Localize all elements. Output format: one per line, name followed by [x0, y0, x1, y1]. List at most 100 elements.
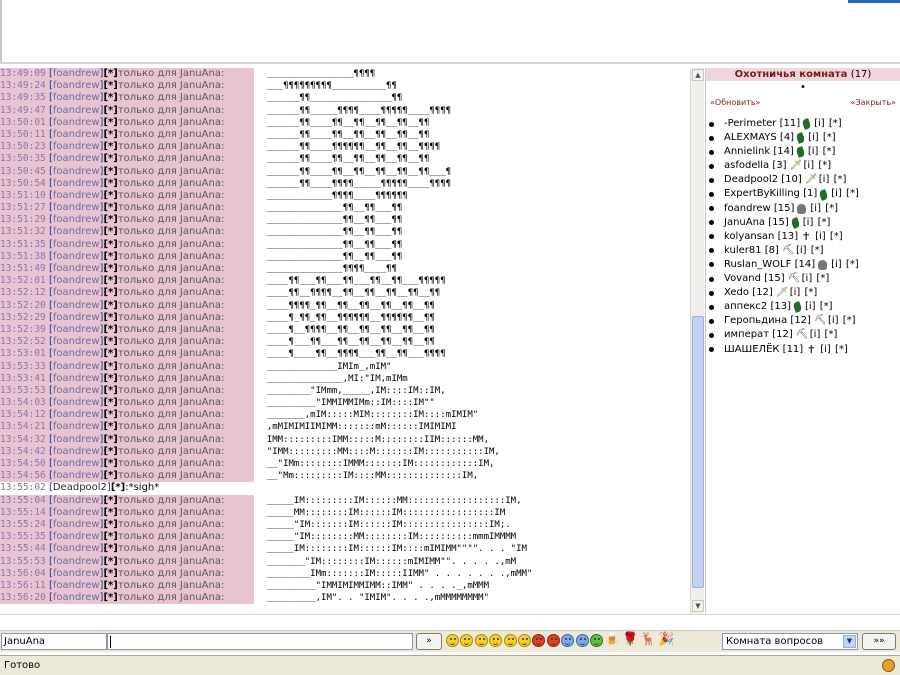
message-nick[interactable]: foandrew — [53, 263, 100, 274]
message-nick[interactable]: foandrew — [53, 68, 100, 79]
info-link[interactable]: [i] — [803, 216, 814, 230]
nick-field[interactable]: JanuAna — [1, 633, 107, 650]
private-marker[interactable]: [*] — [103, 275, 117, 286]
private-marker[interactable]: [*] — [103, 543, 117, 554]
private-marker[interactable]: [*] — [103, 348, 117, 359]
private-link[interactable]: [*] — [818, 216, 831, 230]
message-nick[interactable]: foandrew — [53, 543, 100, 554]
message-nick[interactable]: foandrew — [53, 470, 100, 481]
user-item[interactable]: foandrew [15] [i] [*] — [706, 202, 900, 216]
private-marker[interactable]: [*] — [103, 141, 117, 152]
private-link[interactable]: [*] — [843, 314, 856, 328]
private-link[interactable]: [*] — [823, 145, 836, 159]
message-nick[interactable]: foandrew — [53, 202, 100, 213]
message-nick[interactable]: foandrew — [53, 214, 100, 225]
sad-icon[interactable] — [546, 634, 560, 647]
message-nick[interactable]: foandrew — [53, 421, 100, 432]
private-link[interactable]: [*] — [820, 300, 833, 314]
private-marker[interactable]: [*] — [103, 434, 117, 445]
private-marker[interactable]: [*] — [103, 592, 117, 603]
private-marker[interactable]: [*] — [103, 117, 117, 128]
info-link[interactable]: [i] — [831, 258, 842, 272]
private-marker[interactable]: [*] — [103, 470, 117, 481]
message-nick[interactable]: foandrew — [53, 397, 100, 408]
private-marker[interactable]: [*] — [103, 495, 117, 506]
message-nick[interactable]: foandrew — [53, 568, 100, 579]
user-name[interactable]: аппекс2 — [724, 300, 767, 314]
message-nick[interactable]: foandrew — [53, 336, 100, 347]
private-link[interactable]: [*] — [835, 343, 848, 357]
private-marker[interactable]: [*] — [103, 531, 117, 542]
tongue-icon[interactable] — [503, 634, 517, 647]
crying-icon[interactable] — [561, 634, 575, 647]
private-marker[interactable]: [*] — [111, 482, 125, 493]
grin-icon[interactable] — [460, 634, 474, 647]
party-icon[interactable]: 🎉 — [658, 632, 674, 648]
private-marker[interactable]: [*] — [103, 129, 117, 140]
user-item[interactable]: ALEXMAYS [4] [i] [*] — [706, 131, 900, 145]
user-name[interactable]: Annielink — [724, 145, 770, 159]
private-marker[interactable]: [*] — [103, 153, 117, 164]
user-item[interactable]: ExpertByKilling [1] [i] [*] — [706, 187, 900, 201]
private-marker[interactable]: [*] — [103, 324, 117, 335]
message-nick[interactable]: foandrew — [53, 495, 100, 506]
user-item[interactable]: Vovand [15] ⛏ [i] [*] — [706, 272, 900, 286]
user-item[interactable]: Ruslan_WOLF [14] [i] [*] — [706, 258, 900, 272]
scroll-thumb[interactable] — [692, 316, 704, 588]
message-nick[interactable]: foandrew — [53, 458, 100, 469]
private-marker[interactable]: [*] — [103, 166, 117, 177]
info-link[interactable]: [i] — [802, 272, 813, 286]
info-link[interactable]: [i] — [831, 187, 842, 201]
private-link[interactable]: [*] — [823, 131, 836, 145]
private-marker[interactable]: [*] — [103, 409, 117, 420]
private-link[interactable]: [*] — [846, 187, 859, 201]
private-marker[interactable]: [*] — [103, 446, 117, 457]
info-link[interactable]: [i] — [804, 159, 815, 173]
message-nick[interactable]: foandrew — [53, 519, 100, 530]
private-marker[interactable]: [*] — [103, 68, 117, 79]
smile-icon[interactable] — [446, 634, 459, 647]
private-marker[interactable]: [*] — [103, 361, 117, 372]
private-marker[interactable]: [*] — [103, 263, 117, 274]
private-link[interactable]: [*] — [846, 258, 859, 272]
go-button[interactable]: »» — [862, 633, 896, 650]
private-link[interactable]: [*] — [805, 286, 818, 300]
message-nick[interactable]: foandrew — [53, 531, 100, 542]
private-link[interactable]: [*] — [811, 244, 824, 258]
private-marker[interactable]: [*] — [103, 105, 117, 116]
private-marker[interactable]: [*] — [103, 312, 117, 323]
private-marker[interactable]: [*] — [103, 287, 117, 298]
user-name[interactable]: ШАШЕЛЁК — [724, 343, 779, 357]
message-nick[interactable]: foandrew — [53, 446, 100, 457]
message-nick[interactable]: foandrew — [53, 373, 100, 384]
message-nick[interactable]: foandrew — [53, 166, 100, 177]
message-nick[interactable]: foandrew — [53, 117, 100, 128]
user-name[interactable]: kolyansan — [724, 230, 774, 244]
private-marker[interactable]: [*] — [103, 336, 117, 347]
message-nick[interactable]: foandrew — [53, 287, 100, 298]
user-item[interactable]: Геропьдина [12] ⛏ [i] [*] — [706, 314, 900, 328]
scroll-down-arrow-icon[interactable]: ▼ — [692, 600, 704, 612]
private-marker[interactable]: [*] — [103, 421, 117, 432]
message-nick[interactable]: foandrew — [53, 239, 100, 250]
close-link[interactable]: «Закрыть» — [851, 95, 896, 111]
private-marker[interactable]: [*] — [103, 239, 117, 250]
message-nick[interactable]: Deadpool2 — [53, 482, 107, 493]
private-marker[interactable]: [*] — [103, 373, 117, 384]
user-name[interactable]: ALEXMAYS — [724, 131, 777, 145]
message-nick[interactable]: foandrew — [53, 324, 100, 335]
private-marker[interactable]: [*] — [103, 300, 117, 311]
message-nick[interactable]: foandrew — [53, 361, 100, 372]
chevron-down-icon[interactable]: ▼ — [843, 635, 856, 648]
info-link[interactable]: [i] — [808, 145, 819, 159]
info-link[interactable]: [i] — [805, 300, 816, 314]
user-item[interactable]: Xedo [12] 🗡 [i] [*] — [706, 286, 900, 300]
private-marker[interactable]: [*] — [103, 226, 117, 237]
user-item[interactable]: ШАШЕЛЁК [11] ✝ [i] [*] — [706, 343, 900, 357]
user-name[interactable]: Xedo — [724, 286, 749, 300]
message-nick[interactable]: foandrew — [53, 275, 100, 286]
user-name[interactable]: foandrew — [724, 202, 771, 216]
user-item[interactable]: Deadpool2 [10] 🗡 [i] [*] — [706, 173, 900, 187]
user-item[interactable]: asfodella [3] 🗡 [i] [*] — [706, 159, 900, 173]
message-nick[interactable]: foandrew — [53, 348, 100, 359]
